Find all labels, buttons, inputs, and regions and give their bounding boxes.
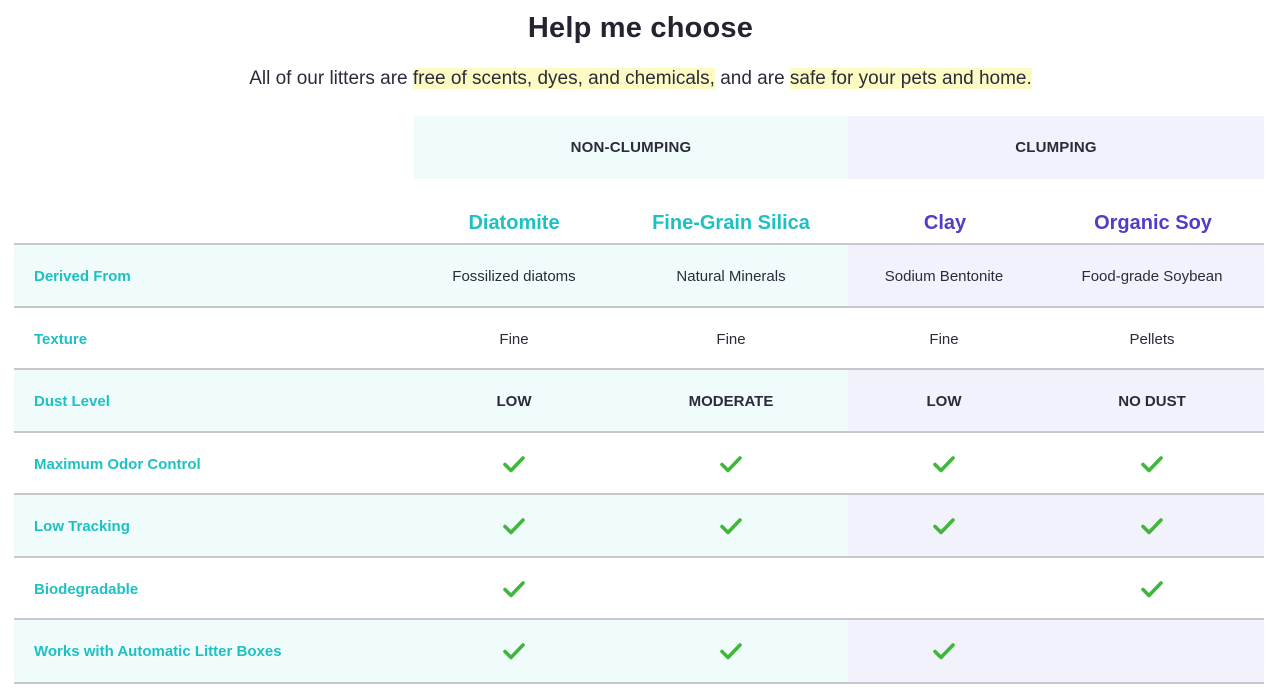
row-label: Texture xyxy=(34,330,88,348)
cell-diatomite xyxy=(414,495,614,557)
table-row-maximum-odor-control: Maximum Odor Control xyxy=(14,431,1264,495)
group-header-clumping: CLUMPING xyxy=(848,116,1264,179)
page-title: Help me choose xyxy=(527,12,754,44)
table-row-works-with-automatic-litter-boxes: Works with Automatic Litter Boxes xyxy=(14,618,1264,684)
cell-organic-soy: Pellets xyxy=(1129,330,1175,348)
cell-clay: LOW xyxy=(926,392,962,410)
row-label: Maximum Odor Control xyxy=(34,455,201,473)
cell-organic-soy: NO DUST xyxy=(1118,392,1186,410)
cell-fine-grain-silica xyxy=(631,558,831,620)
subtitle-text-1: All of our litters are xyxy=(249,68,413,89)
checkmark-icon xyxy=(720,455,742,473)
checkmark-icon xyxy=(1141,455,1163,473)
cell-fine-grain-silica xyxy=(631,495,831,557)
product-header-clay: Clay xyxy=(923,211,967,234)
cell-diatomite: Fossilized diatoms xyxy=(452,267,576,285)
cell-fine-grain-silica xyxy=(631,433,831,495)
cell-organic-soy xyxy=(1052,495,1252,557)
cell-fine-grain-silica: Fine xyxy=(716,330,746,348)
cell-clay xyxy=(844,495,1044,557)
subtitle-highlight-2: safe for your pets and home. xyxy=(789,68,1032,89)
row-label: Works with Automatic Litter Boxes xyxy=(34,642,282,660)
cell-clay xyxy=(844,433,1044,495)
cell-diatomite: LOW xyxy=(496,392,532,410)
cell-clay xyxy=(844,558,1044,620)
row-label: Derived From xyxy=(34,267,131,285)
row-label: Dust Level xyxy=(34,392,110,410)
cell-organic-soy xyxy=(1052,620,1252,682)
checkmark-icon xyxy=(720,642,742,660)
checkmark-icon xyxy=(503,642,525,660)
table-row-low-tracking: Low Tracking xyxy=(14,493,1264,557)
table-row-derived-from: Derived From Fossilized diatoms Natural Mi… xyxy=(14,243,1264,307)
product-header-fine-grain-silica: Fine-Grain Silica xyxy=(652,211,810,234)
checkmark-icon xyxy=(503,580,525,598)
cell-diatomite: Fine xyxy=(499,330,529,348)
cell-organic-soy xyxy=(1052,558,1252,620)
checkmark-icon xyxy=(1141,517,1163,535)
checkmark-icon xyxy=(503,455,525,473)
table-row-biodegradable: Biodegradable xyxy=(14,556,1264,620)
checkmark-icon xyxy=(933,517,955,535)
row-label: Low Tracking xyxy=(34,517,130,535)
group-header-non-clumping: NON-CLUMPING xyxy=(414,116,848,179)
checkmark-icon xyxy=(1141,580,1163,598)
checkmark-icon xyxy=(720,517,742,535)
cell-diatomite xyxy=(414,620,614,682)
cell-clay: Sodium Bentonite xyxy=(884,267,1004,285)
cell-clay xyxy=(844,620,1044,682)
cell-fine-grain-silica xyxy=(631,620,831,682)
subtitle-text-2: and are xyxy=(714,68,790,89)
checkmark-icon xyxy=(933,642,955,660)
cell-fine-grain-silica: Natural Minerals xyxy=(676,267,786,285)
cell-fine-grain-silica: MODERATE xyxy=(688,392,774,410)
product-header-diatomite: Diatomite xyxy=(468,211,560,234)
cell-organic-soy: Food-grade Soybean xyxy=(1081,267,1223,285)
page-subtitle: All of our litters are free of scents, d… xyxy=(0,68,1281,90)
checkmark-icon xyxy=(933,455,955,473)
subtitle-highlight-1: free of scents, dyes, and chemicals, xyxy=(412,68,715,89)
checkmark-icon xyxy=(503,517,525,535)
cell-clay: Fine xyxy=(929,330,959,348)
table-row-dust-level: Dust Level LOW MODERATE LOW NO DUST xyxy=(14,368,1264,432)
cell-diatomite xyxy=(414,558,614,620)
cell-diatomite xyxy=(414,433,614,495)
table-row-texture: Texture Fine Fine Fine Pellets xyxy=(14,306,1264,370)
product-header-organic-soy: Organic Soy xyxy=(1094,211,1212,234)
cell-organic-soy xyxy=(1052,433,1252,495)
row-label: Biodegradable xyxy=(34,580,139,598)
